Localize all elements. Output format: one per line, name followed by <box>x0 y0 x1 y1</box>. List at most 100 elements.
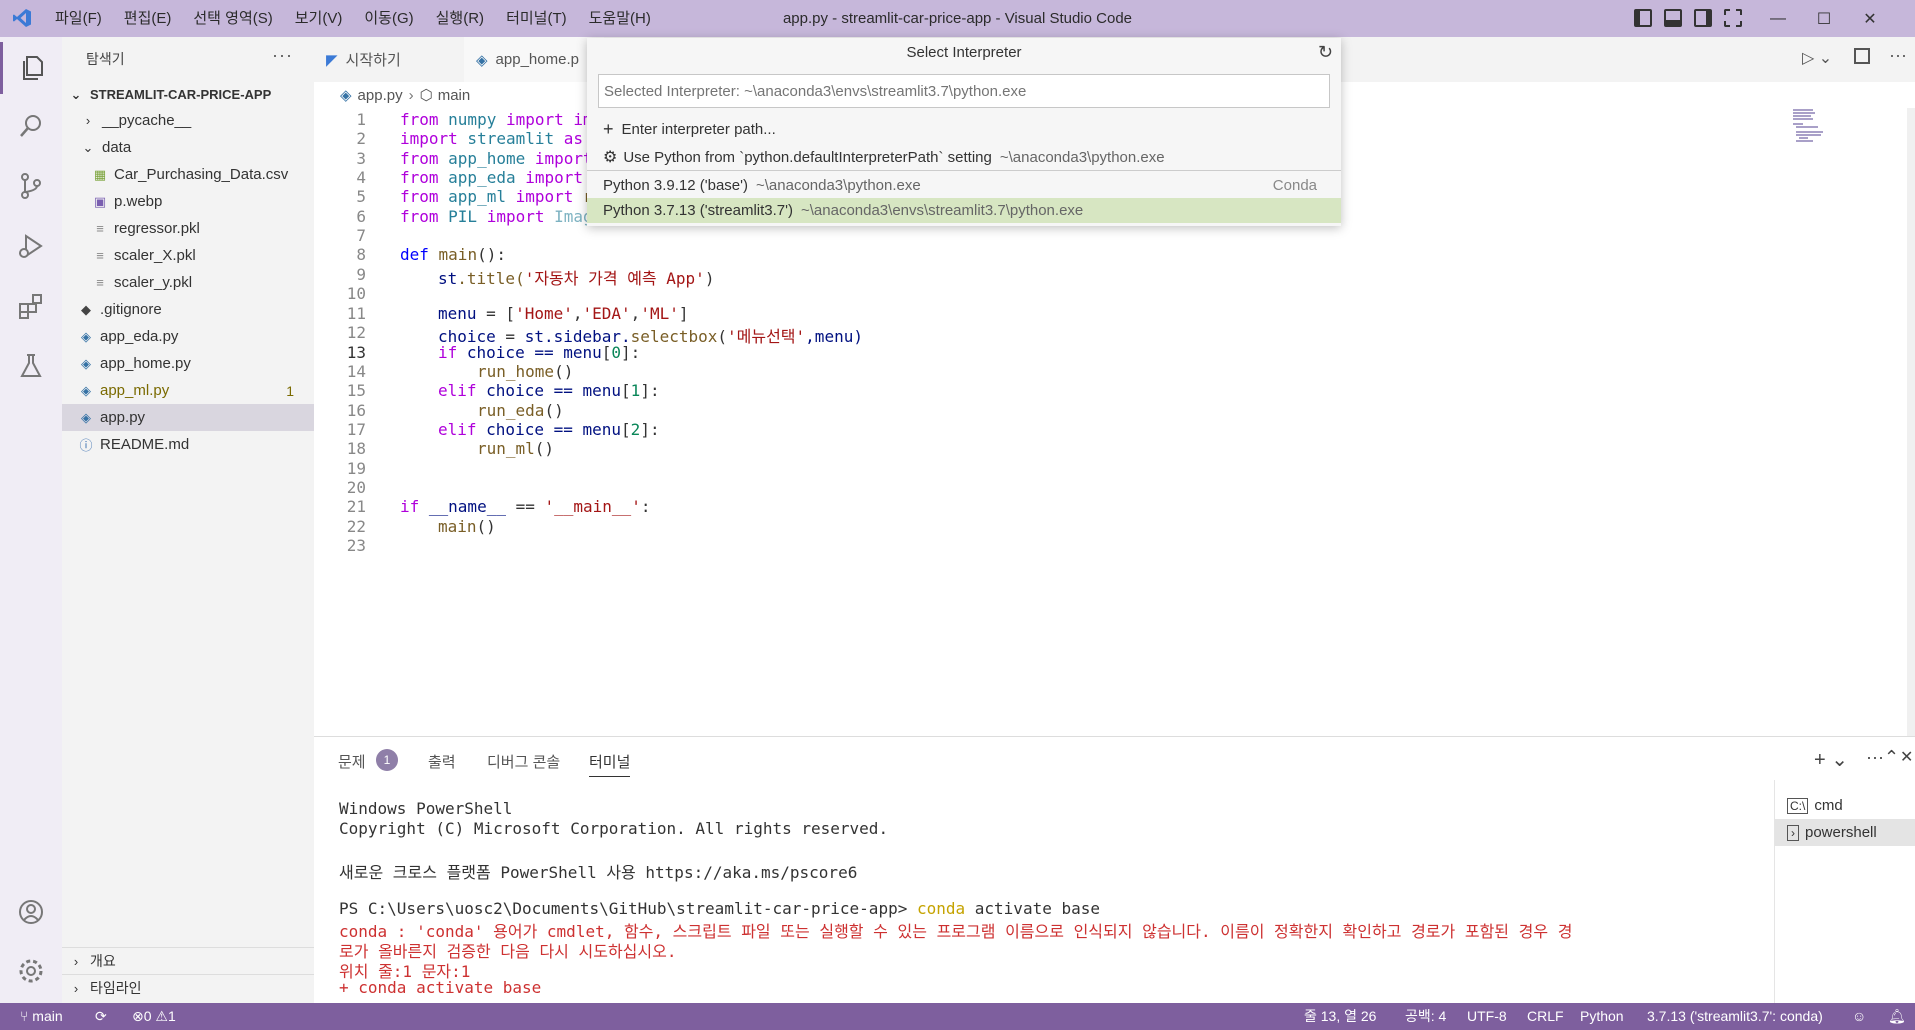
tree-item-gitignore[interactable]: ◆ .gitignore <box>62 296 314 323</box>
terminal-item-cmd[interactable]: C:\ cmd <box>1775 792 1915 819</box>
editor-scrollbar[interactable] <box>1907 108 1915 736</box>
default-interpreter-path-item[interactable]: ⚙ Use Python from `python.defaultInterpr… <box>587 144 1341 171</box>
tree-item-pycache[interactable]: › __pycache__ <box>62 107 314 134</box>
minimize-button[interactable]: — <box>1755 0 1801 37</box>
code-line-1: from numpy import im <box>400 110 593 129</box>
activity-bar <box>0 37 62 1003</box>
tab-output[interactable]: 출력 <box>428 751 456 772</box>
tree-item-readme[interactable]: ⓘ README.md <box>62 431 314 458</box>
problems-status[interactable]: ⊗0 ⚠1 <box>132 1003 176 1030</box>
minimap[interactable] <box>1793 108 1828 148</box>
tree-item-label: Car_Purchasing_Data.csv <box>114 166 289 183</box>
project-folder[interactable]: ⌄ STREAMLIT-CAR-PRICE-APP <box>62 81 314 108</box>
token: [ <box>601 343 612 362</box>
tree-item-label: .gitignore <box>100 301 162 318</box>
tree-item-app[interactable]: ◈ app.py <box>62 404 314 431</box>
end-of-line[interactable]: CRLF <box>1527 1003 1564 1030</box>
encoding[interactable]: UTF-8 <box>1467 1003 1507 1030</box>
breadcrumb-file[interactable]: app.py <box>358 87 403 104</box>
tree-item-app-eda[interactable]: ◈ app_eda.py <box>62 323 314 350</box>
close-panel-icon[interactable]: ✕ <box>1900 747 1913 767</box>
explorer-icon[interactable] <box>0 42 62 94</box>
run-python-file-icon[interactable]: ▷ ⌄ <box>1802 48 1832 68</box>
branch-status[interactable]: ⑂ main <box>20 1003 63 1030</box>
interpreter-item-streamlit[interactable]: Python 3.7.13 ('streamlit3.7') ~\anacond… <box>587 198 1341 223</box>
enter-interpreter-path-item[interactable]: + Enter interpreter path... <box>587 117 1341 142</box>
new-terminal-icon[interactable]: + ⌄ <box>1814 747 1848 772</box>
token: [ <box>621 381 631 400</box>
language-mode[interactable]: Python <box>1580 1003 1624 1030</box>
code-line-17: elif choice == menu[2]: <box>438 420 660 439</box>
number: 2 <box>630 420 641 439</box>
error-icon: ⊗ <box>132 1008 144 1024</box>
string: 'ML' <box>640 304 679 323</box>
outline-section[interactable]: › 개요 <box>62 947 314 974</box>
notifications-bell-icon[interactable]: 🔔︎ <box>1888 1003 1906 1030</box>
chevron-up-icon[interactable]: ⌃ <box>1884 747 1899 768</box>
token: () <box>476 517 496 536</box>
toggle-secondary-sidebar-icon[interactable] <box>1694 9 1712 27</box>
testing-icon[interactable] <box>0 340 62 392</box>
keyword: from <box>400 187 439 206</box>
interpreter-search-input[interactable] <box>598 74 1330 108</box>
menu-terminal[interactable]: 터미널(T) <box>495 0 578 37</box>
more-actions-icon[interactable]: ··· <box>1866 747 1884 768</box>
breadcrumb-symbol[interactable]: main <box>438 87 471 104</box>
tree-item-label: app_home.py <box>100 355 191 372</box>
sync-icon[interactable]: ⟳ <box>95 1003 107 1030</box>
timeline-section[interactable]: › 타임라인 <box>62 974 314 1001</box>
tab-welcome[interactable]: ◤ 시작하기 <box>314 37 464 82</box>
tree-item-app-ml[interactable]: ◈ app_ml.py 1 <box>62 377 314 404</box>
close-window-button[interactable]: ✕ <box>1847 0 1893 37</box>
accounts-icon[interactable] <box>0 886 62 938</box>
feedback-icon[interactable]: ☺ <box>1852 1003 1866 1030</box>
menu-run[interactable]: 실행(R) <box>425 0 495 37</box>
run-debug-icon[interactable] <box>0 220 62 272</box>
tree-item-data[interactable]: ⌄ data <box>62 134 314 161</box>
refresh-icon[interactable]: ↻ <box>1318 42 1333 63</box>
menu-help[interactable]: 도움말(H) <box>578 0 662 37</box>
terminal-item-powershell[interactable]: › powershell <box>1775 819 1915 846</box>
tree-item-app-home[interactable]: ◈ app_home.py <box>62 350 314 377</box>
extensions-icon[interactable] <box>0 280 62 332</box>
menu-selection[interactable]: 선택 영역(S) <box>182 0 283 37</box>
tab-debug-console[interactable]: 디버그 콘솔 <box>487 751 560 772</box>
toggle-panel-icon[interactable] <box>1664 9 1682 27</box>
editor-more-actions-icon[interactable]: ··· <box>1889 45 1907 66</box>
token: = [ <box>476 304 516 323</box>
interpreter-item-base[interactable]: Python 3.9.12 ('base') ~\anaconda3\pytho… <box>587 173 1341 198</box>
toggle-primary-sidebar-icon[interactable] <box>1634 9 1652 27</box>
tree-item-regressor[interactable]: ≡ regressor.pkl <box>62 215 314 242</box>
tree-item-webp[interactable]: ▣ p.webp <box>62 188 314 215</box>
cursor-position[interactable]: 줄 13, 열 26 <box>1304 1003 1376 1030</box>
line-number: 14 <box>346 362 366 381</box>
code-line-9: st.title('자동차 가격 예측 App') <box>438 265 714 289</box>
menu-go[interactable]: 이동(G) <box>353 0 424 37</box>
tab-app-home[interactable]: ◈ app_home.p <box>464 37 604 82</box>
maximize-button[interactable]: ☐ <box>1801 0 1847 37</box>
tree-item-scaler-x[interactable]: ≡ scaler_X.pkl <box>62 242 314 269</box>
tab-problems[interactable]: 문제 <box>338 751 366 772</box>
tree-item-scaler-y[interactable]: ≡ scaler_y.pkl <box>62 269 314 296</box>
tab-terminal[interactable]: 터미널 <box>589 751 631 777</box>
split-editor-icon[interactable] <box>1854 48 1870 64</box>
tree-item-csv[interactable]: ▦ Car_Purchasing_Data.csv <box>62 161 314 188</box>
customize-layout-icon[interactable] <box>1724 9 1742 27</box>
token: menu <box>438 304 477 323</box>
source-control-icon[interactable] <box>0 160 62 212</box>
line-number: 10 <box>346 284 366 303</box>
token: ,menu) <box>805 327 863 346</box>
python-interpreter[interactable]: 3.7.13 ('streamlit3.7': conda) <box>1647 1003 1823 1030</box>
item-label: Python 3.7.13 ('streamlit3.7') <box>603 202 793 219</box>
indentation[interactable]: 공백: 4 <box>1405 1003 1446 1030</box>
chevron-down-icon: ⌄ <box>70 86 82 102</box>
quickpick-title: Select Interpreter <box>906 44 1022 61</box>
menu-edit[interactable]: 편집(E) <box>113 0 183 37</box>
search-icon[interactable] <box>0 100 62 152</box>
menu-file[interactable]: 파일(F) <box>44 0 113 37</box>
manage-gear-icon[interactable] <box>0 945 62 997</box>
line-number: 18 <box>346 439 366 458</box>
more-actions-icon[interactable]: ··· <box>272 45 293 66</box>
menu-view[interactable]: 보기(V) <box>284 0 354 37</box>
keyword: import <box>515 187 574 206</box>
